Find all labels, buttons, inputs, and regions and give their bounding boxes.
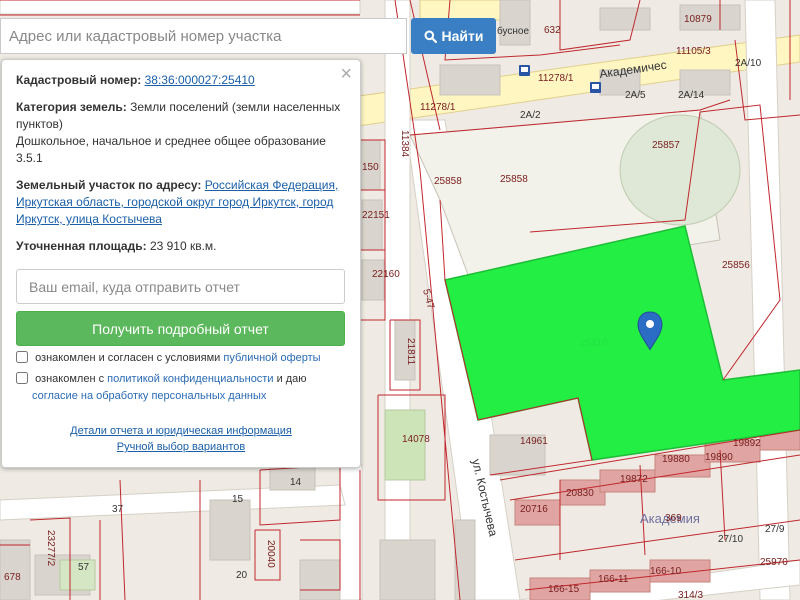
search-button[interactable]: Найти	[411, 18, 496, 54]
parcel-faded-label: 25410	[580, 338, 608, 349]
parcel-label: 632	[544, 25, 561, 36]
parcel-label: 23277/2	[45, 530, 56, 567]
building	[499, 0, 531, 46]
details-link[interactable]: Детали отчета и юридическая информация	[70, 425, 292, 437]
road-top	[419, 0, 501, 21]
cadastral-number-row: Кадастровый номер: 38:36:000027:25410	[16, 72, 346, 89]
building-number: 15	[232, 494, 244, 505]
panel-footer-links: Детали отчета и юридическая информация Р…	[16, 423, 346, 455]
parcel-label: 10879	[684, 14, 712, 25]
parcel-label: 11384	[399, 130, 410, 158]
building	[299, 559, 341, 600]
parcel-label: 14961	[520, 436, 548, 447]
parcel-label: 2А/10	[735, 58, 762, 69]
offer-consent-row: ознакомлен и согласен с условиями публич…	[16, 350, 346, 367]
privacy-checkbox[interactable]	[16, 372, 28, 384]
cadastral-label: Кадастровый номер:	[16, 73, 142, 87]
parcel-label: 314/3	[678, 590, 703, 600]
parcel-label: 166-10	[650, 566, 682, 577]
building	[454, 519, 476, 600]
parcel-label: 20040	[265, 540, 276, 568]
parcel-label: 27/10	[718, 534, 743, 545]
area-label: Уточненная площадь:	[16, 239, 147, 253]
privacy-consent-row: ознакомлен с политикой конфиденциальност…	[16, 371, 346, 405]
bus-stop-icon	[590, 82, 601, 93]
category-label: Категория земель:	[16, 100, 127, 114]
offer-text: ознакомлен и согласен с условиями	[35, 352, 221, 364]
get-report-button[interactable]: Получить подробный отчет	[16, 311, 345, 346]
privacy-text: ознакомлен с	[35, 373, 105, 385]
parcel-label: 11278/1	[420, 102, 456, 113]
parcel-label: 21811	[405, 338, 416, 366]
building-number: 14	[290, 477, 302, 488]
parcel-label: 20716	[520, 504, 548, 515]
parcel-info-panel: × Кадастровый номер: 38:36:000027:25410 …	[1, 59, 361, 468]
parcel-label: 25970	[760, 557, 788, 568]
building	[361, 199, 383, 251]
search-box	[0, 18, 407, 54]
privacy-and-text: и даю	[276, 373, 307, 385]
consent-link[interactable]: согласие на обработку персональных данны…	[32, 390, 266, 402]
building-number: 57	[78, 562, 90, 573]
bus-stop-icon	[519, 65, 530, 76]
parcel-label: 369	[665, 513, 682, 524]
parcel-label: 20830	[566, 488, 594, 499]
email-field[interactable]	[16, 269, 345, 304]
top-road	[0, 0, 361, 15]
parcel-label: 25858	[500, 174, 528, 185]
building-number: 20	[236, 570, 248, 581]
building	[209, 499, 251, 561]
building	[361, 259, 385, 301]
privacy-link[interactable]: политикой конфиденциальности	[107, 373, 273, 385]
parcel-label: 19872	[620, 474, 648, 485]
parcel-label: 2А/14	[678, 90, 705, 101]
parcel-label: 27/9	[765, 524, 785, 535]
building	[439, 64, 501, 96]
building	[599, 7, 651, 31]
stop-label: бусное	[497, 25, 529, 37]
parcel-label: 11105/3	[676, 46, 711, 57]
left-road-1	[384, 0, 411, 600]
parcel-label: 678	[4, 572, 21, 583]
manual-selection-link[interactable]: Ручной выбор вариантов	[117, 441, 245, 453]
land-category-row: Категория земель: Земли поселений (земли…	[16, 99, 346, 167]
area-value: 23 910 кв.м.	[149, 239, 217, 253]
parcel-label: 19890	[705, 452, 733, 463]
parcel-label: 19880	[662, 454, 690, 465]
address-label: Земельный участок по адресу:	[16, 178, 202, 192]
parcel-label: 11278/1	[538, 73, 574, 84]
parcel-label: 25857	[652, 140, 680, 151]
building	[0, 539, 31, 600]
building-number: 37	[112, 504, 124, 515]
left-road-2	[339, 464, 363, 600]
cadastral-number-link[interactable]: 38:36:000027:25410	[145, 73, 255, 87]
offer-checkbox[interactable]	[16, 351, 28, 363]
stadium-field	[619, 114, 741, 226]
offer-link[interactable]: публичной оферты	[223, 352, 320, 364]
building	[379, 539, 436, 600]
parcel-label: 150	[362, 162, 379, 173]
usage-value: Дошкольное, начальное и среднее общее об…	[16, 134, 326, 165]
parcel-label: 2А/5	[625, 90, 646, 101]
search-button-label: Найти	[441, 28, 484, 44]
parcel-label: 22151	[362, 210, 390, 221]
search-icon	[424, 30, 437, 43]
parcel-label: 166-11	[598, 574, 629, 585]
search-input[interactable]	[1, 19, 406, 53]
parcel-label: 25858	[434, 176, 462, 187]
parcel-label: 166-15	[548, 584, 580, 595]
parcel-label: 22160	[372, 269, 400, 280]
close-icon[interactable]: ×	[340, 64, 352, 84]
green-field	[384, 409, 426, 481]
area-row: Уточненная площадь: 23 910 кв.м.	[16, 238, 346, 255]
parcel-label: 19892	[733, 438, 761, 449]
parcel-label: 2А/2	[520, 110, 541, 121]
address-row: Земельный участок по адресу: Российская …	[16, 177, 346, 228]
parcel-label: 25856	[722, 260, 750, 271]
parcel-label: 14078	[402, 434, 430, 445]
